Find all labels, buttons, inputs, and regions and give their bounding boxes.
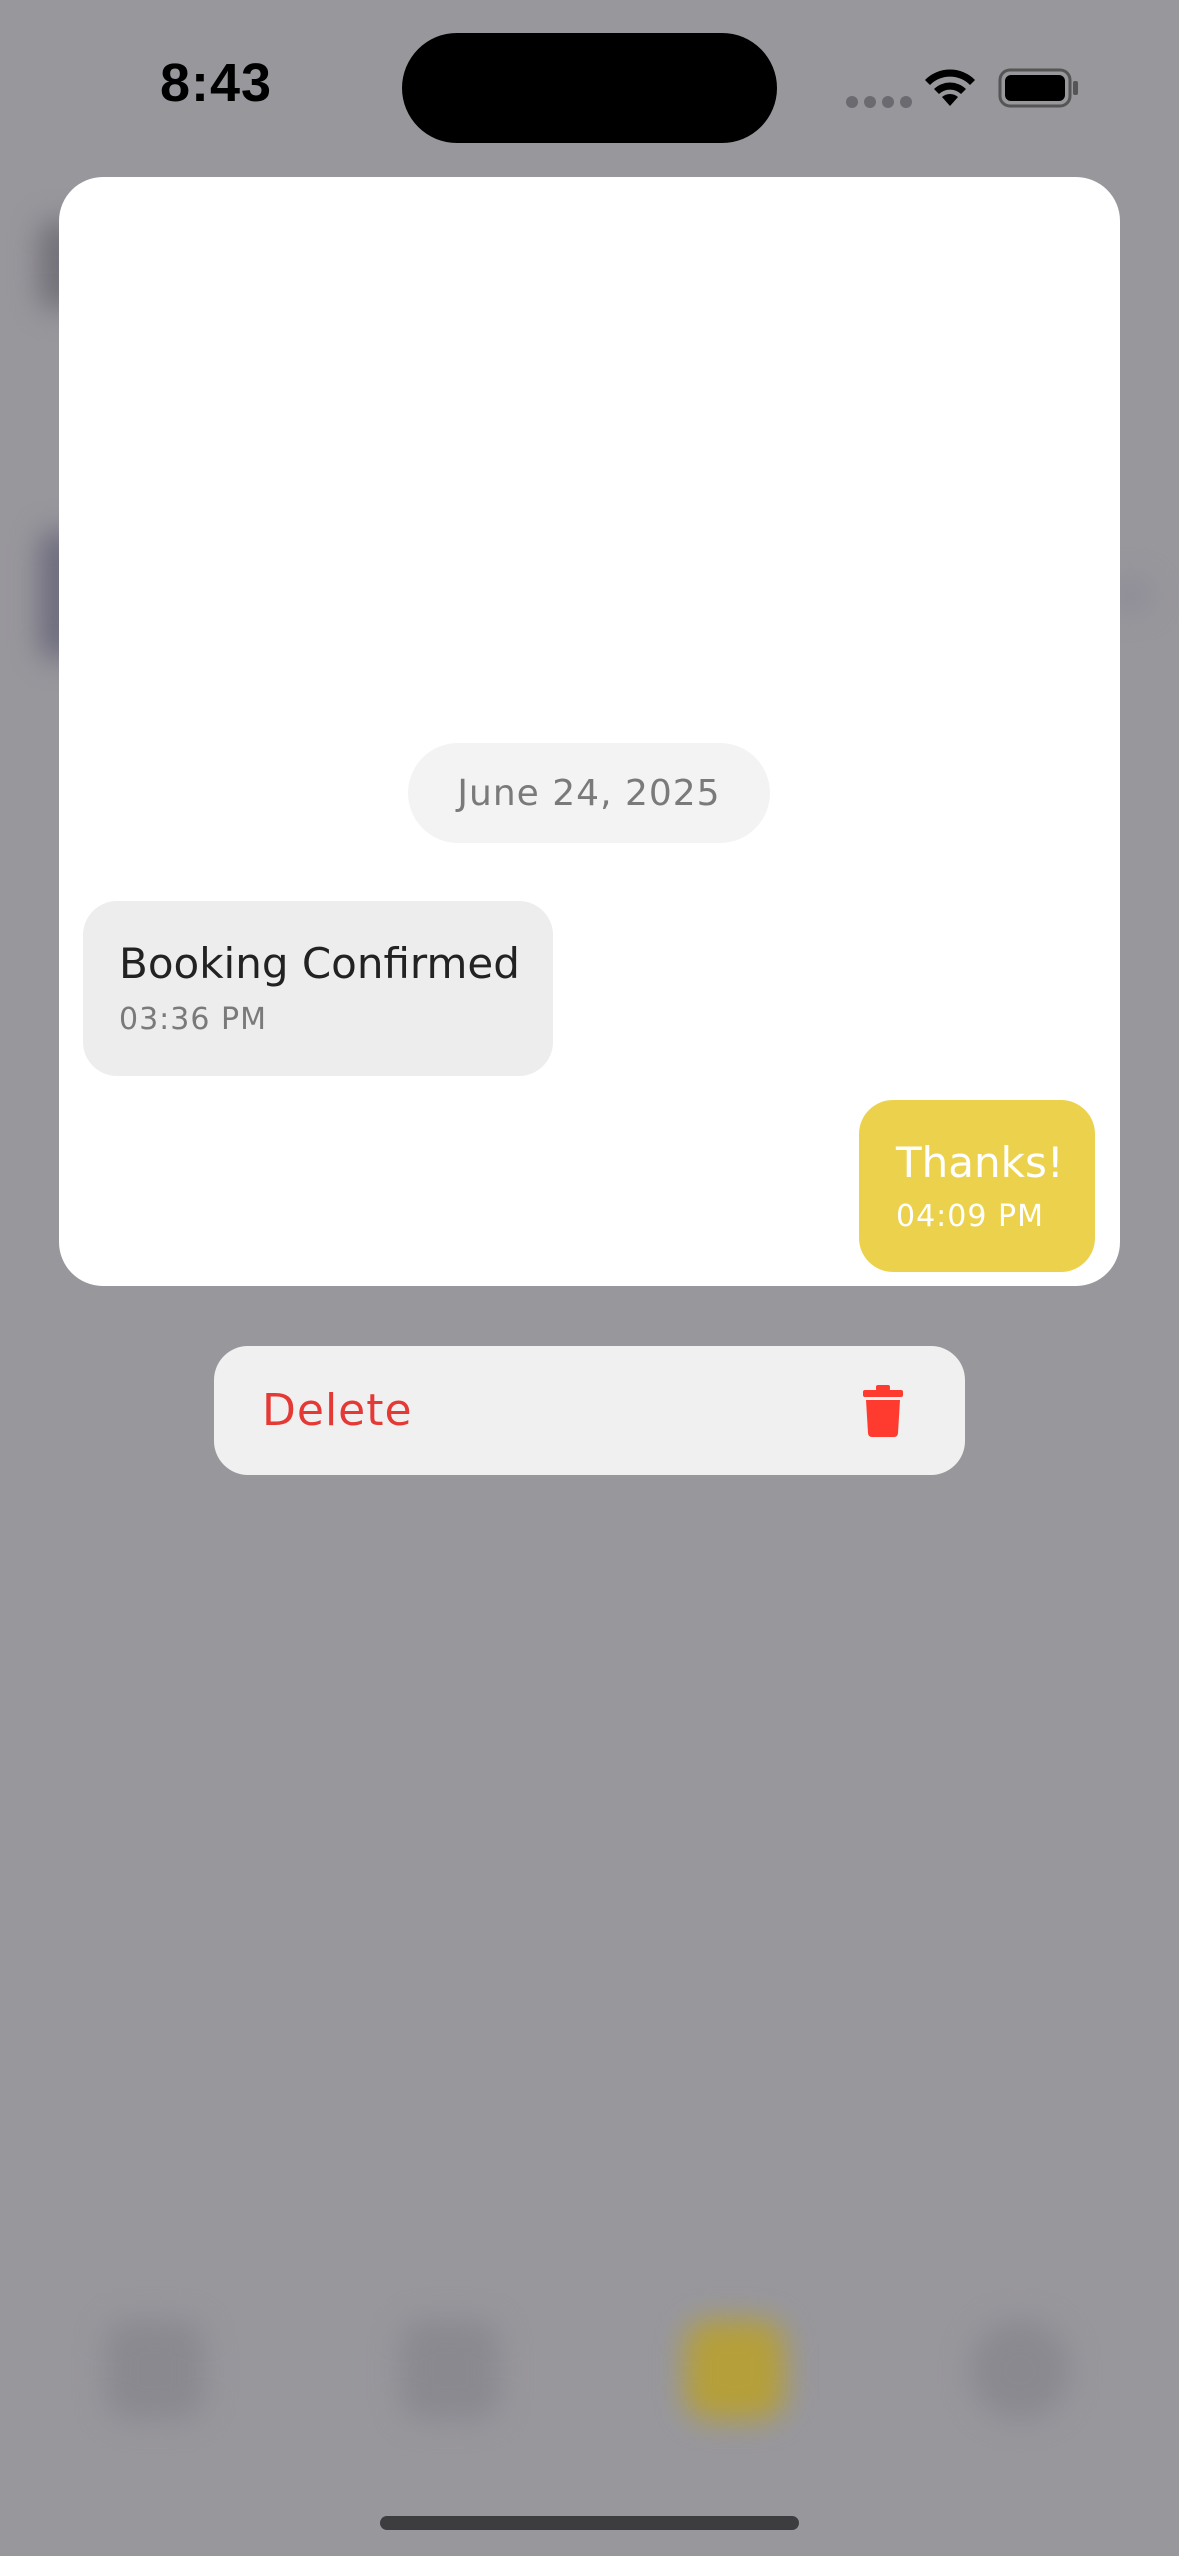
search-icon <box>105 2320 205 2420</box>
context-menu: Delete <box>214 1346 965 1475</box>
date-separator: June 24, 2025 <box>408 743 770 843</box>
battery-icon <box>998 68 1078 108</box>
home-indicator[interactable] <box>380 2516 799 2530</box>
message-time: 03:36 PM <box>119 1002 267 1037</box>
message-time: 04:09 PM <box>896 1199 1044 1234</box>
chat-icon <box>685 2320 785 2420</box>
signal-dots-icon <box>846 96 912 108</box>
delete-button[interactable]: Delete <box>214 1346 965 1475</box>
delete-label: Delete <box>262 1385 413 1436</box>
message-text: Thanks! <box>896 1138 1064 1187</box>
message-preview-card: June 24, 2025 Booking Confirmed 03:36 PM… <box>59 177 1120 1286</box>
outgoing-message-bubble[interactable]: Thanks! 04:09 PM <box>859 1100 1095 1272</box>
message-text: Booking Confirmed <box>119 939 520 988</box>
status-bar: 8:43 <box>0 0 1179 175</box>
dynamic-island <box>402 33 777 143</box>
incoming-message-bubble[interactable]: Booking Confirmed 03:36 PM <box>83 901 553 1076</box>
profile-icon <box>970 2320 1070 2420</box>
trash-icon <box>863 1384 903 1437</box>
phone-icon <box>400 2320 500 2420</box>
status-time: 8:43 <box>160 53 273 113</box>
wifi-icon <box>925 69 975 106</box>
